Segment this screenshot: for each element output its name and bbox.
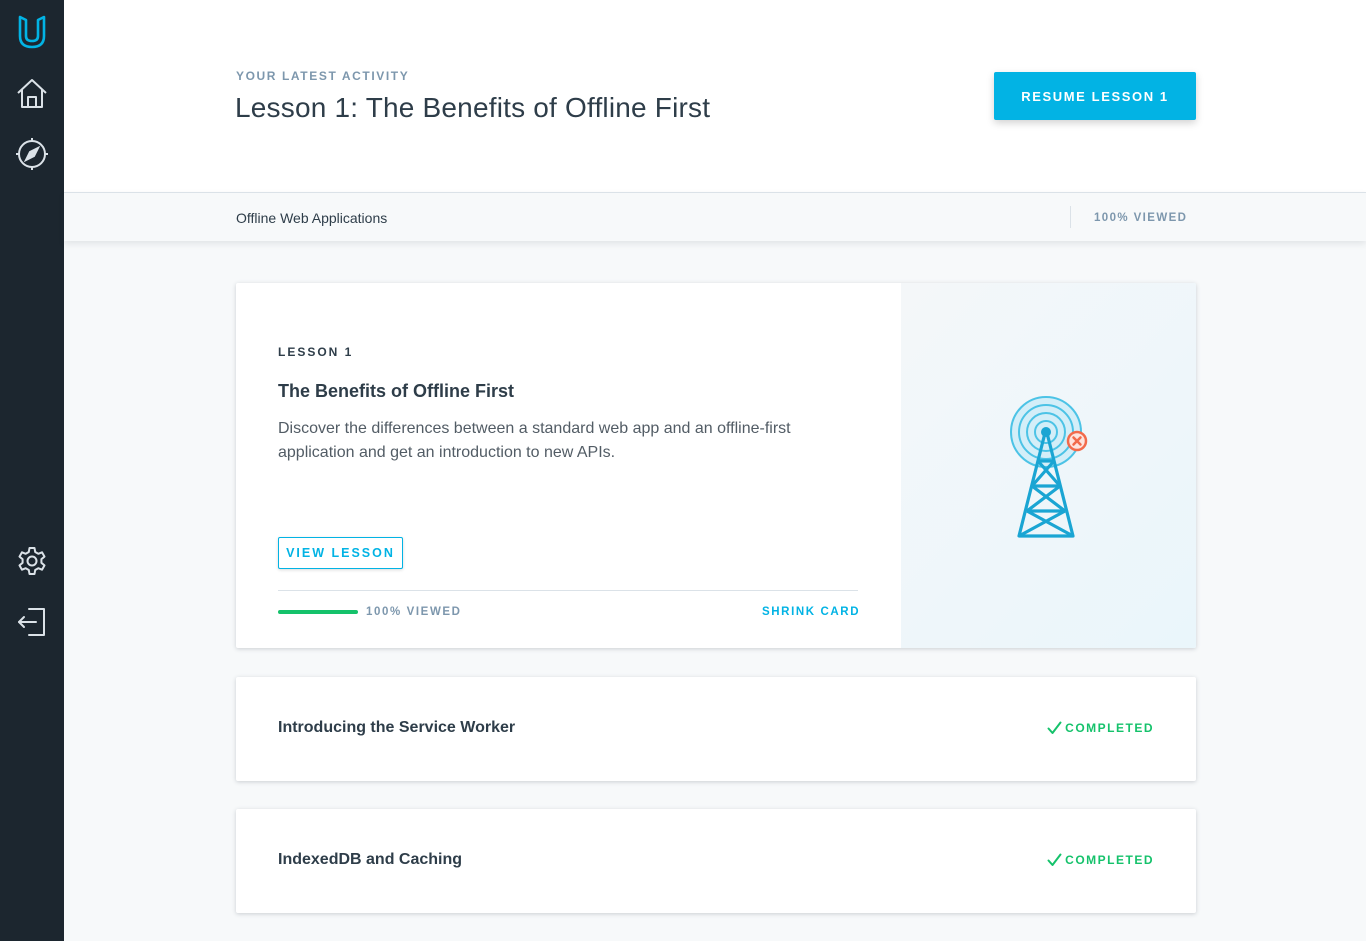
radio-tower-offline-icon	[1010, 396, 1088, 538]
lesson-progress-fill	[278, 610, 358, 614]
view-lesson-button[interactable]: VIEW LESSON	[278, 537, 403, 569]
status-label: COMPLETED	[1065, 721, 1154, 735]
lesson-card-expanded: LESSON 1 The Benefits of Offline First D…	[236, 283, 1196, 648]
lesson-status: COMPLETED	[1047, 853, 1154, 867]
course-progress-text: 100% VIEWED	[1094, 212, 1188, 224]
lesson-progress-text: 100% VIEWED	[366, 606, 462, 618]
lesson-status: COMPLETED	[1047, 721, 1154, 735]
page-title: Lesson 1: The Benefits of Offline First	[235, 92, 711, 123]
compass-icon[interactable]	[14, 136, 50, 172]
lesson-card-body: LESSON 1 The Benefits of Offline First D…	[236, 283, 901, 648]
lesson-card-collapsed[interactable]: IndexedDB and Caching COMPLETED	[236, 809, 1196, 913]
lesson-progress-bar	[278, 610, 358, 614]
course-name: Offline Web Applications	[236, 210, 388, 226]
lesson-title: Introducing the Service Worker	[278, 719, 516, 736]
lesson-number: LESSON 1	[278, 345, 354, 359]
course-subbar: Offline Web Applications 100% VIEWED	[64, 192, 1366, 241]
checkmark-icon	[1047, 853, 1062, 866]
lesson-card-collapsed[interactable]: Introducing the Service Worker COMPLETED	[236, 677, 1196, 781]
shrink-card-link[interactable]: SHRINK CARD	[762, 606, 860, 618]
card-divider	[278, 590, 858, 591]
lesson-title: IndexedDB and Caching	[278, 851, 463, 868]
home-icon[interactable]	[14, 76, 50, 112]
lesson-description: Discover the differences between a stand…	[278, 420, 791, 461]
main-content: YOUR LATEST ACTIVITY Lesson 1: The Benef…	[64, 0, 1366, 941]
latest-activity-header: YOUR LATEST ACTIVITY Lesson 1: The Benef…	[64, 0, 1366, 192]
logout-icon[interactable]	[14, 604, 50, 640]
latest-activity-label: YOUR LATEST ACTIVITY	[236, 69, 410, 83]
udacity-logo-icon[interactable]	[14, 14, 50, 50]
divider	[1070, 206, 1071, 228]
sidebar	[0, 0, 64, 941]
lesson-illustration-panel	[901, 283, 1196, 648]
checkmark-icon	[1047, 721, 1062, 734]
status-label: COMPLETED	[1065, 853, 1154, 867]
resume-lesson-button[interactable]: RESUME LESSON 1	[994, 72, 1196, 120]
gear-icon[interactable]	[14, 543, 50, 579]
lesson-card-title: The Benefits of Offline First	[278, 381, 515, 401]
